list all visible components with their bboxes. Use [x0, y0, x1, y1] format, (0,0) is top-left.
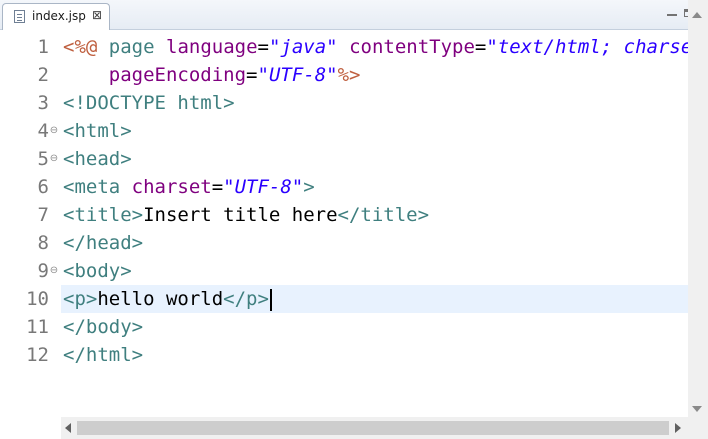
code-token-tag: <html> [63, 120, 132, 142]
jsp-file-icon [14, 10, 25, 23]
line-number: 9 [37, 260, 49, 282]
fold-toggle-icon[interactable]: ⊖ [49, 257, 59, 285]
code-line[interactable]: <body> [61, 257, 688, 285]
tab-label: index.jsp [32, 9, 86, 23]
line-number: 4 [37, 120, 49, 142]
line-number: 3 [37, 92, 49, 114]
code-token-string: "text/html; charset=UTF-8" [486, 36, 688, 58]
line-number: 7 [37, 204, 49, 226]
code-token-tag: > [303, 176, 315, 198]
code-token-text: Insert title here [143, 204, 338, 226]
overview-ruler [0, 30, 11, 417]
code-token-attr: pageEncoding [108, 64, 247, 86]
close-icon[interactable]: ⊠ [92, 8, 102, 22]
code-token-text: = [474, 36, 487, 58]
code-token-tag: </p> [223, 288, 269, 310]
code-line[interactable]: <p>hello world</p> [61, 285, 688, 313]
code-token-string: "UTF-8" [257, 64, 338, 86]
code-line[interactable]: <head> [61, 145, 688, 173]
code-token-string: "java" [268, 36, 338, 58]
code-line[interactable]: <%@ page language="java" contentType="te… [61, 33, 688, 61]
code-token-tag: <meta [63, 176, 132, 198]
code-line[interactable]: </head> [61, 229, 688, 257]
code-token-tag: <p> [63, 288, 98, 310]
code-token-text: = [257, 36, 269, 58]
code-token-tag: page [108, 36, 155, 58]
code-token-tag: <!DOCTYPE [63, 92, 178, 114]
line-number: 11 [26, 316, 49, 338]
line-number-gutter: 1 2 3 4 ⊖ 5 ⊖ 6 7 8 9 ⊖ 10 11 12 [11, 30, 61, 417]
code-token-tag: </head> [63, 232, 144, 254]
code-token-tag: <head> [63, 148, 132, 170]
line-number: 2 [37, 64, 49, 86]
scroll-up-icon[interactable] [692, 12, 702, 18]
code-line[interactable]: pageEncoding="UTF-8"%> [61, 61, 688, 89]
jsp-editor: index.jsp ⊠ 1 2 3 4 ⊖ 5 ⊖ 6 7 8 9 ⊖ 10 11 12 <%@ page … [0, 0, 708, 439]
line-number: 1 [37, 36, 49, 58]
code-token-directive: %> [337, 64, 361, 86]
scroll-left-icon[interactable] [65, 423, 71, 433]
line-number: 10 [26, 288, 49, 310]
code-token-attr: language [166, 36, 258, 58]
fold-toggle-icon[interactable]: ⊖ [49, 117, 59, 145]
code-token-text: hello world [97, 288, 224, 310]
code-token-attr: contentType [349, 36, 475, 58]
line-number: 12 [26, 344, 49, 366]
code-token-attr: charset [131, 176, 212, 198]
code-line[interactable]: <title>Insert title here</title> [61, 201, 688, 229]
code-token-text: = [246, 64, 258, 86]
code-token-tag: </html> [63, 344, 144, 366]
tab-index-jsp[interactable]: index.jsp ⊠ [2, 3, 110, 30]
fold-toggle-icon[interactable]: ⊖ [49, 145, 59, 173]
scrollbar-left-spacer [0, 417, 61, 439]
code-token-tag: <title> [63, 204, 144, 226]
line-number: 6 [37, 176, 49, 198]
line-number: 5 [37, 148, 49, 170]
horizontal-scrollbar[interactable] [61, 417, 688, 439]
code-line[interactable]: <html> [61, 117, 688, 145]
scroll-down-icon[interactable] [692, 406, 702, 412]
code-line[interactable]: </html> [61, 341, 688, 369]
code-token-tag: <body> [63, 260, 132, 282]
code-token-text: = [211, 176, 224, 198]
scroll-right-icon[interactable] [675, 423, 681, 433]
editor-tab-bar: index.jsp ⊠ [0, 0, 708, 30]
horizontal-scroll-thumb[interactable] [77, 421, 669, 435]
code-token-tag: html [177, 92, 224, 114]
code-token-tag: </title> [337, 204, 430, 226]
code-token-string: "UTF-8" [223, 176, 304, 198]
code-line[interactable]: </body> [61, 313, 688, 341]
code-line[interactable]: <!DOCTYPE html> [61, 89, 688, 117]
text-cursor [269, 288, 272, 311]
code-text-area[interactable]: <%@ page language="java" contentType="te… [61, 30, 688, 417]
code-token-tag: > [223, 92, 235, 114]
scrollbar-corner [688, 417, 708, 439]
code-line[interactable]: <meta charset="UTF-8"> [61, 173, 688, 201]
code-token-directive: <%@ [63, 36, 98, 58]
vertical-scrollbar[interactable] [688, 0, 708, 417]
code-token-tag: </body> [63, 316, 144, 338]
minimize-button[interactable] [667, 14, 677, 16]
line-number: 8 [37, 232, 49, 254]
